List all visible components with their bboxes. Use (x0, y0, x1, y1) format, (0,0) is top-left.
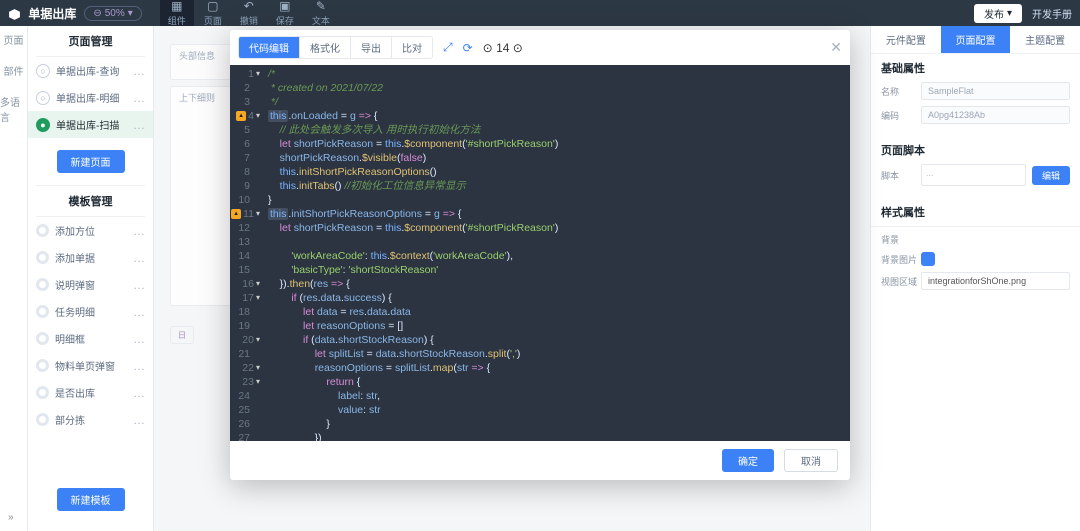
line-number: 23 (242, 375, 254, 389)
code-line[interactable]: 'basicType': 'shortStockReason' (268, 263, 850, 277)
code-line[interactable]: } (268, 193, 850, 207)
code-line[interactable] (268, 235, 850, 249)
line-number: 10 (238, 193, 250, 207)
line-number: 8 (244, 165, 250, 179)
fold-icon[interactable]: ▾ (256, 291, 260, 305)
fold-icon[interactable]: ▾ (256, 333, 260, 347)
line-number: 25 (238, 403, 250, 417)
code-line[interactable]: this.initShortPickReasonOptions = g => { (268, 207, 850, 221)
code-line[interactable]: let data = res.data.data (268, 305, 850, 319)
line-number: 22 (242, 361, 254, 375)
cancel-button[interactable]: 取消 (784, 449, 838, 472)
refresh-icon[interactable]: ⟳ (463, 41, 473, 55)
code-line[interactable]: if (res.data.success) { (268, 291, 850, 305)
line-number: 17 (242, 291, 254, 305)
warning-icon[interactable]: ▲ (236, 111, 246, 121)
tab-export[interactable]: 导出 (351, 37, 392, 58)
line-number: 12 (238, 221, 250, 235)
code-line[interactable]: reasonOptions = splitList.map(str => { (268, 361, 850, 375)
code-line[interactable]: */ (268, 95, 850, 109)
expand-icon[interactable]: ⤢ (443, 40, 453, 55)
line-number: 20 (242, 333, 254, 347)
code-editor[interactable]: 1▾23▲4▾5678910▲11▾1213141516▾17▾181920▾2… (230, 65, 850, 441)
code-line[interactable]: this.onLoaded = g => { (268, 109, 850, 123)
warning-icon[interactable]: ▲ (231, 209, 241, 219)
code-line[interactable]: this.initShortPickReasonOptions() (268, 165, 850, 179)
code-line[interactable]: this.initTabs() //初始化工位信息异常显示 (268, 179, 850, 193)
dialog-overlay: 代码编辑 格式化 导出 比对 ⤢ ⟳ ⊙ 14 ⊙ ✕ 1▾23▲4▾56789… (0, 0, 1080, 531)
code-line[interactable]: 'workAreaCode': this.$context('workAreaC… (268, 249, 850, 263)
line-number: 18 (238, 305, 250, 319)
code-line[interactable]: value: str (268, 403, 850, 417)
line-number: 4 (248, 109, 254, 123)
line-number: 14 (238, 249, 250, 263)
line-number: 3 (244, 95, 250, 109)
code-line[interactable]: }).then(res => { (268, 277, 850, 291)
tab-compare[interactable]: 比对 (392, 37, 432, 58)
dialog-footer: 确定 取消 (230, 441, 850, 480)
code-line[interactable]: /* (268, 67, 850, 81)
fold-icon[interactable]: ▾ (256, 67, 260, 81)
line-number: 21 (238, 347, 250, 361)
fold-icon[interactable]: ▾ (256, 277, 260, 291)
line-number: 15 (238, 263, 250, 277)
line-number: 26 (238, 417, 250, 431)
line-number: 5 (244, 123, 250, 137)
line-number: 16 (242, 277, 254, 291)
code-line[interactable]: return { (268, 375, 850, 389)
line-number: 27 (238, 431, 250, 441)
line-number: 1 (248, 67, 254, 81)
tab-format[interactable]: 格式化 (300, 37, 351, 58)
code-line[interactable]: let shortPickReason = this.$component('#… (268, 221, 850, 235)
code-line[interactable]: if (data.shortStockReason) { (268, 333, 850, 347)
fold-icon[interactable]: ▾ (256, 207, 260, 221)
code-line[interactable]: }) (268, 431, 850, 441)
line-number: 2 (244, 81, 250, 95)
code-editor-dialog: 代码编辑 格式化 导出 比对 ⤢ ⟳ ⊙ 14 ⊙ ✕ 1▾23▲4▾56789… (230, 30, 850, 480)
line-number: 19 (238, 319, 250, 333)
code-line[interactable]: let splitList = data.shortStockReason.sp… (268, 347, 850, 361)
confirm-button[interactable]: 确定 (722, 449, 774, 472)
dialog-header: 代码编辑 格式化 导出 比对 ⤢ ⟳ ⊙ 14 ⊙ ✕ (230, 30, 850, 65)
tab-code-edit[interactable]: 代码编辑 (239, 37, 300, 58)
line-number: 9 (244, 179, 250, 193)
line-number: 7 (244, 151, 250, 165)
code-line[interactable]: // 此处会触发多次导入 用时执行初始化方法 (268, 123, 850, 137)
code-line[interactable]: } (268, 417, 850, 431)
code-line[interactable]: let shortPickReason = this.$component('#… (268, 137, 850, 151)
code-line[interactable]: * created on 2021/07/22 (268, 81, 850, 95)
dialog-tabs: 代码编辑 格式化 导出 比对 (238, 36, 433, 59)
close-icon[interactable]: ✕ (830, 39, 842, 56)
fold-icon[interactable]: ▾ (256, 109, 260, 123)
code-line[interactable]: let reasonOptions = [] (268, 319, 850, 333)
line-number: 13 (238, 235, 250, 249)
fold-icon[interactable]: ▾ (256, 375, 260, 389)
line-number: 11 (243, 207, 254, 221)
line-number: 6 (244, 137, 250, 151)
issue-counter: ⊙ 14 ⊙ (483, 41, 523, 55)
code-line[interactable]: label: str, (268, 389, 850, 403)
line-number: 24 (238, 389, 250, 403)
fold-icon[interactable]: ▾ (256, 361, 260, 375)
code-line[interactable]: shortPickReason.$visible(false) (268, 151, 850, 165)
